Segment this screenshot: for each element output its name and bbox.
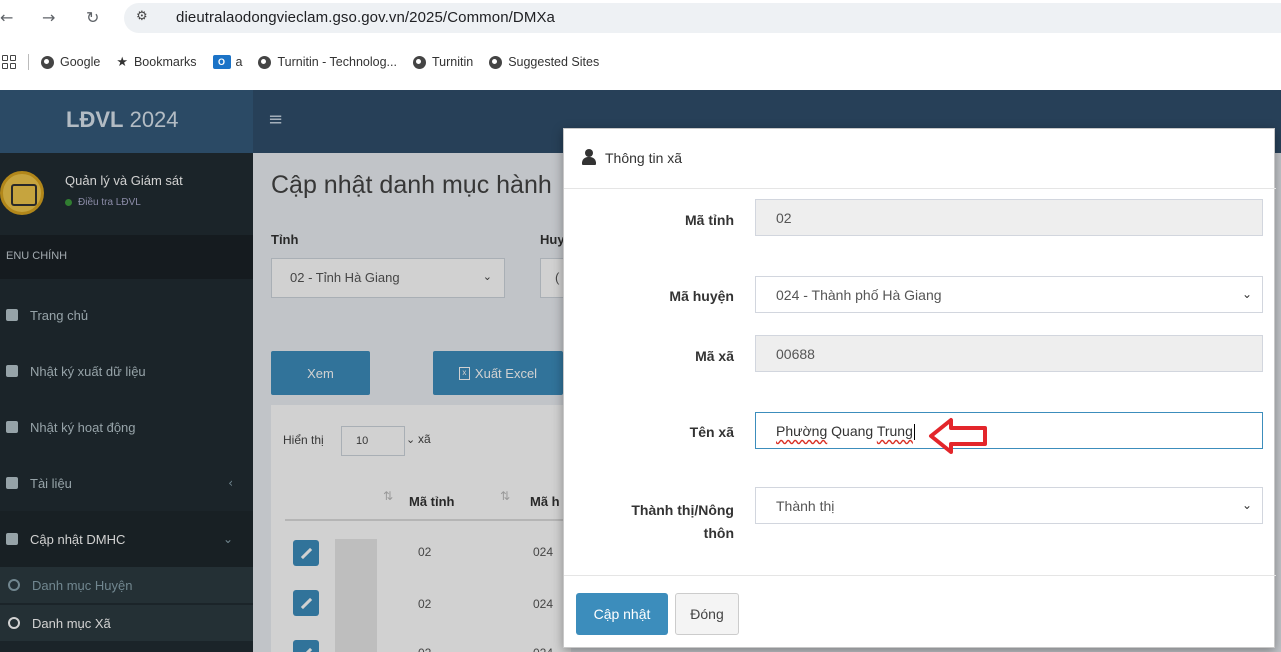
- site-settings-icon[interactable]: ⚙: [136, 9, 148, 24]
- bookmark-suggested-sites[interactable]: Suggested Sites: [489, 55, 599, 69]
- modal-header: Thông tin xã: [564, 129, 1276, 189]
- commune-name-input[interactable]: Phường Quang Trung: [755, 412, 1263, 449]
- globe-icon: [412, 55, 426, 69]
- user-icon: [582, 149, 596, 165]
- forward-icon[interactable]: →: [42, 8, 55, 27]
- apps-grid-icon[interactable]: [2, 55, 16, 69]
- commune-code-field[interactable]: 00688: [755, 335, 1263, 372]
- url-field[interactable]: ⚙ dieutralaodongvieclam.gso.gov.vn/2025/…: [124, 3, 1281, 33]
- browser-address-bar: ← → ↻ ⚙ dieutralaodongvieclam.gso.gov.vn…: [0, 0, 1281, 40]
- globe-icon: [41, 55, 54, 69]
- bookmark-bookmarks[interactable]: ★ Bookmarks: [116, 55, 196, 70]
- commune-code-label: Mã xã: [695, 348, 734, 364]
- bookmark-onedrive[interactable]: Oa: [212, 55, 242, 69]
- text-cursor: [913, 424, 915, 441]
- commune-info-modal: Thông tin xã Mã tỉnh 02 Mã huyện 024 - T…: [563, 128, 1276, 649]
- modal-footer: Cập nhật Đóng: [564, 575, 1276, 649]
- update-button[interactable]: Cập nhật: [576, 593, 668, 635]
- bookmark-google[interactable]: Google: [41, 55, 100, 69]
- bookmark-turnitin[interactable]: Turnitin: [412, 55, 473, 69]
- outlook-icon: O: [212, 55, 231, 69]
- urban-rural-select[interactable]: Thành thị ⌄: [755, 487, 1263, 524]
- modal-title: Thông tin xã: [605, 150, 683, 166]
- reload-icon[interactable]: ↻: [86, 8, 99, 27]
- chevron-down-icon: ⌄: [1241, 287, 1252, 301]
- district-code-label: Mã huyện: [669, 288, 734, 304]
- province-code-label: Mã tỉnh: [685, 212, 734, 228]
- annotation-arrow-icon: [929, 418, 987, 454]
- bookmarks-bar: Google ★ Bookmarks Oa Turnitin - Technolo…: [0, 42, 1281, 82]
- close-button[interactable]: Đóng: [675, 593, 739, 635]
- province-code-field[interactable]: 02: [755, 199, 1263, 236]
- globe-icon: [258, 55, 272, 69]
- star-icon: ★: [116, 54, 128, 70]
- chevron-down-icon: ⌄: [1241, 498, 1252, 512]
- url-text: dieutralaodongvieclam.gso.gov.vn/2025/Co…: [176, 9, 555, 26]
- bookmark-turnitin-technology[interactable]: Turnitin - Technolog...: [258, 55, 397, 69]
- bookmarks-divider: [28, 54, 29, 70]
- commune-name-label: Tên xã: [689, 424, 734, 440]
- urban-rural-label: Thành thị/Nông thôn: [631, 502, 734, 541]
- district-code-select[interactable]: 024 - Thành phố Hà Giang ⌄: [755, 276, 1263, 313]
- back-icon[interactable]: ←: [0, 8, 13, 27]
- globe-icon: [489, 55, 503, 69]
